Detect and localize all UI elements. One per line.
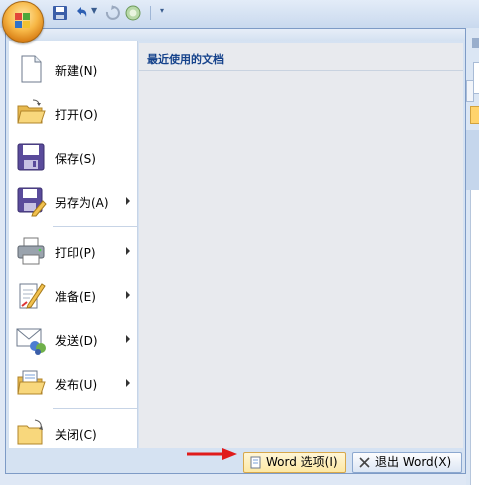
send-icon [16,328,46,355]
circle-button-icon[interactable] [125,5,141,21]
menu-item-label: 发布(U) [55,378,98,392]
submenu-arrow-icon [126,379,130,387]
menu-header [6,29,465,41]
undo-icon[interactable] [73,5,89,21]
recent-documents-divider [139,70,463,71]
exit-x-icon [359,457,370,468]
menu-item-label: 另存为(A) [55,196,109,210]
save-as-icon [17,187,47,217]
menu-item-label: 打印(P) [55,246,96,260]
exit-word-label: 退出 Word(X) [375,455,452,469]
menu-item-print[interactable]: 打印(P) [9,229,137,273]
publish-icon [17,370,46,395]
command-list: 新建(N) 打开(O) 保存(S) 另存为(A) 打印(P) 准备(E) 发送(… [9,41,138,448]
menu-divider [53,226,137,227]
submenu-arrow-icon [126,247,130,255]
word-options-label: Word 选项(I) [266,455,338,469]
office-button[interactable] [2,1,44,43]
submenu-arrow-icon [126,335,130,343]
ribbon-style-fragment [470,106,479,124]
options-document-icon [250,456,261,469]
menu-divider [53,408,137,409]
menu-item-open[interactable]: 打开(O) [9,91,137,135]
toolbar-divider [150,6,151,20]
ribbon-group-fragment [466,130,479,190]
new-document-icon [21,55,42,83]
menu-item-publish[interactable]: 发布(U) [9,361,137,405]
menu-item-save[interactable]: 保存(S) [9,135,137,179]
menu-item-prepare[interactable]: 准备(E) [9,273,137,317]
recent-documents-title: 最近使用的文档 [147,53,224,66]
word-options-button[interactable]: Word 选项(I) [243,452,346,473]
close-folder-icon [17,419,43,445]
save-icon[interactable] [52,5,68,21]
printer-icon [17,237,45,265]
prepare-icon [19,283,46,309]
recent-documents-panel: 最近使用的文档 [139,43,463,448]
exit-word-button[interactable]: 退出 Word(X) [352,452,462,473]
menu-item-new[interactable]: 新建(N) [9,47,137,91]
quick-access-toolbar: ▼ ▾ [0,0,479,43]
office-logo-icon [15,13,31,29]
document-page-fragment [470,190,479,485]
submenu-arrow-icon [126,291,130,299]
open-folder-icon [17,99,46,124]
menu-item-send[interactable]: 发送(D) [9,317,137,361]
ribbon-scroll-fragment [466,80,474,102]
office-menu: 新建(N) 打开(O) 保存(S) 另存为(A) 打印(P) 准备(E) 发送(… [5,28,466,474]
menu-item-label: 打开(O) [55,108,98,122]
menu-item-save-as[interactable]: 另存为(A) [9,179,137,223]
menu-item-label: 保存(S) [55,152,96,166]
menu-item-label: 发送(D) [55,334,98,348]
menu-item-label: 关闭(C) [55,428,97,442]
save-disk-icon [17,143,45,171]
menu-item-label: 准备(E) [55,290,96,304]
undo-dropdown-icon[interactable]: ▼ [91,6,97,15]
submenu-arrow-icon [126,197,130,205]
red-pointer-arrow-icon [187,448,237,460]
customize-toolbar-icon[interactable]: ▾ [160,6,164,15]
menu-item-label: 新建(N) [55,64,98,78]
redo-icon[interactable] [104,5,120,21]
ribbon-tab-fragment [472,38,479,48]
